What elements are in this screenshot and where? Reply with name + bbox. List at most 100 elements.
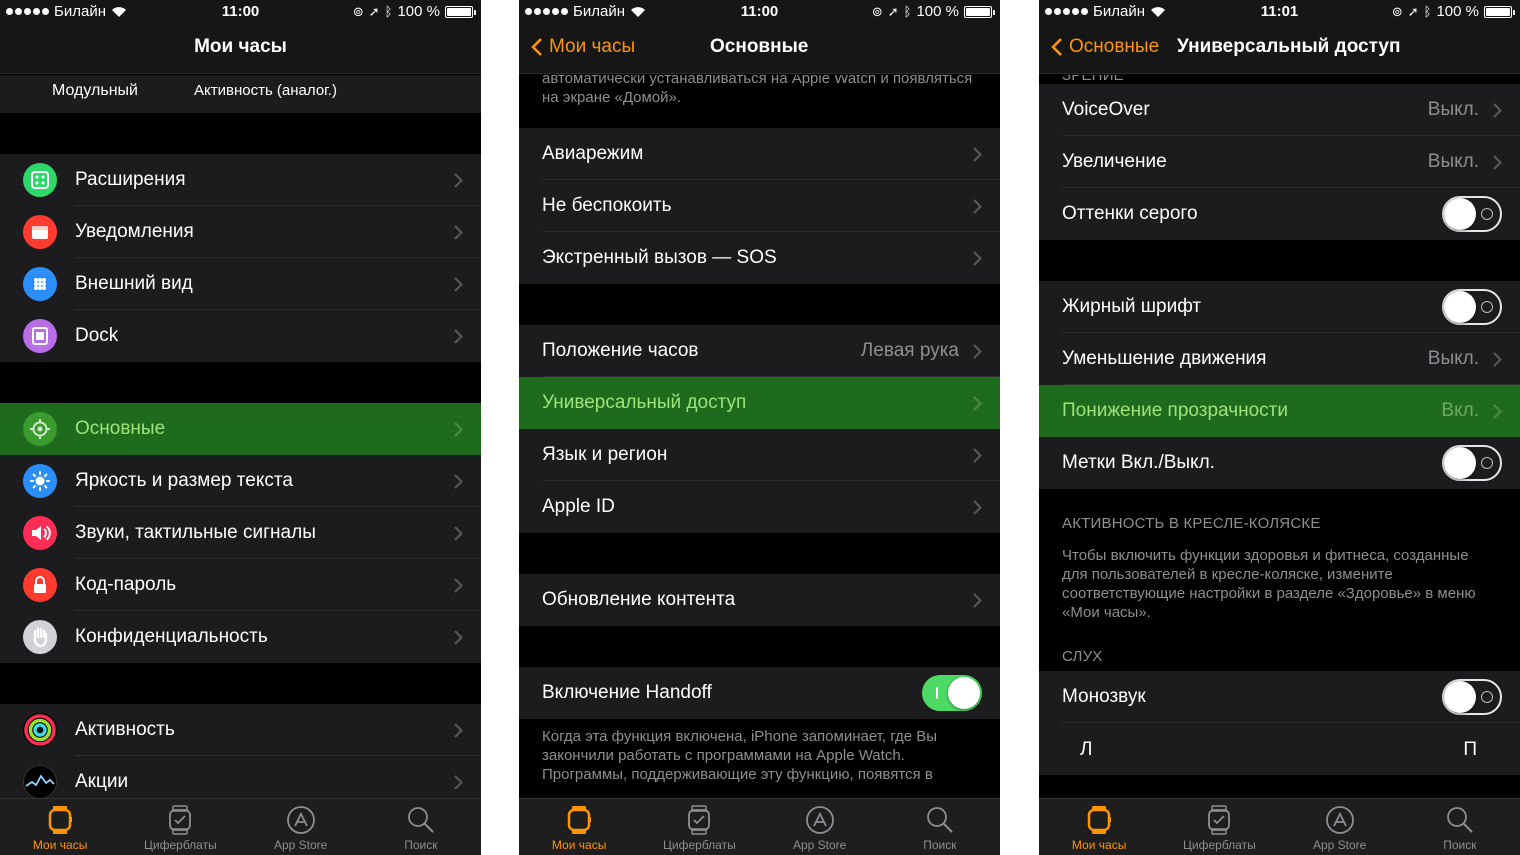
tab-my-watch[interactable]: Мои часы	[519, 799, 639, 855]
tab-faces[interactable]: Циферблаты	[120, 799, 240, 855]
row-airplane-mode[interactable]: Авиарежим	[519, 128, 1000, 180]
chevron-right-icon	[973, 447, 982, 463]
row-emergency-sos[interactable]: Экстренный вызов — SOS	[519, 232, 1000, 284]
status-right: ⊚ ➚ ᛒ 100 %	[353, 3, 476, 20]
row-brightness[interactable]: Яркость и размер текста	[0, 455, 481, 507]
row-activity[interactable]: Активность	[0, 704, 481, 756]
tab-search[interactable]: Поиск	[361, 799, 481, 855]
row-general[interactable]: Основные	[0, 403, 481, 455]
row-do-not-disturb[interactable]: Не беспокоить	[519, 180, 1000, 232]
balance-left-label: Л	[1080, 739, 1093, 760]
chevron-right-icon	[973, 499, 982, 515]
row-notifications[interactable]: Уведомления	[0, 206, 481, 258]
lock-icon	[23, 568, 57, 602]
tab-faces[interactable]: Циферблаты	[1159, 799, 1279, 855]
face-activity-analog[interactable]: Активность (аналог.)	[194, 82, 337, 99]
navigation-bar: Мои часы	[0, 24, 481, 74]
row-reduce-motion[interactable]: Уменьшение движения Выкл.	[1039, 333, 1520, 385]
tab-app-store[interactable]: App Store	[1280, 799, 1400, 855]
row-handoff[interactable]: Включение Handoff	[519, 667, 1000, 719]
row-bold-text[interactable]: Жирный шрифт	[1039, 281, 1520, 333]
screen-my-watch: Билайн 11:00 ⊚ ➚ ᛒ 100 % Мои часы Модуль…	[0, 0, 481, 855]
tab-search[interactable]: Поиск	[880, 799, 1000, 855]
tab-label: Мои часы	[551, 838, 607, 852]
row-app-layout[interactable]: Внешний вид	[0, 258, 481, 310]
row-passcode[interactable]: Код-пароль	[0, 559, 481, 611]
vision-group: VoiceOver Выкл. Увеличение Выкл. Оттенки…	[1039, 84, 1520, 240]
row-label: Монозвук	[1062, 686, 1146, 707]
chevron-right-icon	[454, 525, 463, 541]
on-off-labels-toggle[interactable]	[1442, 445, 1502, 481]
settings-list[interactable]: Модульный Активность (аналог.) Расширени…	[0, 75, 481, 798]
tab-label: Циферблаты	[144, 838, 217, 852]
battery-icon	[1484, 5, 1515, 18]
row-label: Расширения	[75, 169, 186, 190]
grayscale-toggle[interactable]	[1442, 196, 1502, 232]
row-label: Основные	[75, 418, 166, 439]
watch-icon	[1087, 806, 1112, 834]
chevron-left-icon	[531, 38, 542, 56]
row-stocks[interactable]: Акции	[0, 756, 481, 798]
search-icon	[1446, 807, 1473, 833]
handoff-group: Включение Handoff	[519, 667, 1000, 719]
chevron-right-icon	[454, 774, 463, 790]
row-sounds-haptics[interactable]: Звуки, тактильные сигналы	[0, 507, 481, 559]
chevron-right-icon	[454, 421, 463, 437]
row-voiceover[interactable]: VoiceOver Выкл.	[1039, 84, 1520, 136]
watch-icon	[48, 806, 73, 834]
app-layout-icon	[23, 267, 57, 301]
tab-search[interactable]: Поиск	[1400, 799, 1520, 855]
chevron-right-icon	[1493, 154, 1502, 170]
row-apple-id[interactable]: Apple ID	[519, 481, 1000, 533]
bold-text-toggle[interactable]	[1442, 289, 1502, 325]
connectivity-group: Авиарежим Не беспокоить Экстренный вызов…	[519, 128, 1000, 284]
back-button[interactable]: Мои часы	[531, 36, 635, 58]
row-privacy[interactable]: Конфиденциальность	[0, 611, 481, 663]
row-label: Apple ID	[542, 496, 615, 517]
chevron-right-icon	[973, 592, 982, 608]
row-watch-orientation[interactable]: Положение часов Левая рука	[519, 325, 1000, 377]
search-icon	[407, 807, 434, 833]
handoff-toggle[interactable]	[922, 675, 982, 711]
navigation-bar: Основные Универсальный доступ	[1039, 24, 1520, 74]
row-label: Увеличение	[1062, 151, 1167, 172]
face-modular[interactable]: Модульный	[52, 82, 138, 100]
row-language-region[interactable]: Язык и регион	[519, 429, 1000, 481]
tab-faces[interactable]: Циферблаты	[639, 799, 759, 855]
tab-app-store[interactable]: App Store	[241, 799, 361, 855]
tab-app-store[interactable]: App Store	[760, 799, 880, 855]
row-grayscale[interactable]: Оттенки серого	[1039, 188, 1520, 240]
row-label: Не беспокоить	[542, 195, 672, 216]
tab-my-watch[interactable]: Мои часы	[0, 799, 120, 855]
app-store-icon	[805, 806, 834, 834]
row-reduce-transparency[interactable]: Понижение прозрачности Вкл.	[1039, 385, 1520, 437]
settings-list[interactable]: ЗРЕНИЕ VoiceOver Выкл. Увеличение Выкл. …	[1039, 75, 1520, 798]
back-button[interactable]: Основные	[1051, 36, 1159, 58]
row-on-off-labels[interactable]: Метки Вкл./Выкл.	[1039, 437, 1520, 489]
tab-label: Циферблаты	[663, 838, 736, 852]
watch-faces-strip[interactable]: Модульный Активность (аналог.)	[0, 75, 481, 113]
battery-percent: 100 %	[1436, 3, 1479, 20]
hearing-section-header: СЛУХ	[1039, 634, 1520, 671]
status-bar: Билайн 11:00 ⊚ ➚ ᛒ 100 %	[0, 0, 481, 24]
row-label: Яркость и размер текста	[75, 470, 293, 491]
balance-right-label: П	[1463, 739, 1477, 760]
row-mono-audio[interactable]: Монозвук	[1039, 671, 1520, 723]
row-background-refresh[interactable]: Обновление контента	[519, 574, 1000, 626]
chevron-right-icon	[454, 577, 463, 593]
tab-bar: Мои часы Циферблаты App Store Поиск	[519, 798, 1000, 855]
chevron-right-icon	[454, 328, 463, 344]
tab-my-watch[interactable]: Мои часы	[1039, 799, 1159, 855]
row-label: Включение Handoff	[542, 682, 712, 703]
status-bar: Билайн 11:01 ⊚ ➚ ᛒ 100 %	[1039, 0, 1520, 24]
row-label: Код-пароль	[75, 574, 177, 595]
row-accessibility[interactable]: Универсальный доступ	[519, 377, 1000, 429]
row-complications[interactable]: Расширения	[0, 154, 481, 206]
row-zoom[interactable]: Увеличение Выкл.	[1039, 136, 1520, 188]
audio-balance-slider[interactable]: Л П	[1039, 723, 1520, 775]
mono-audio-toggle[interactable]	[1442, 679, 1502, 715]
row-dock[interactable]: Dock	[0, 310, 481, 362]
settings-list[interactable]: автоматически устанавливаться на Apple W…	[519, 75, 1000, 798]
battery-percent: 100 %	[397, 3, 440, 20]
tab-label: App Store	[792, 838, 847, 852]
